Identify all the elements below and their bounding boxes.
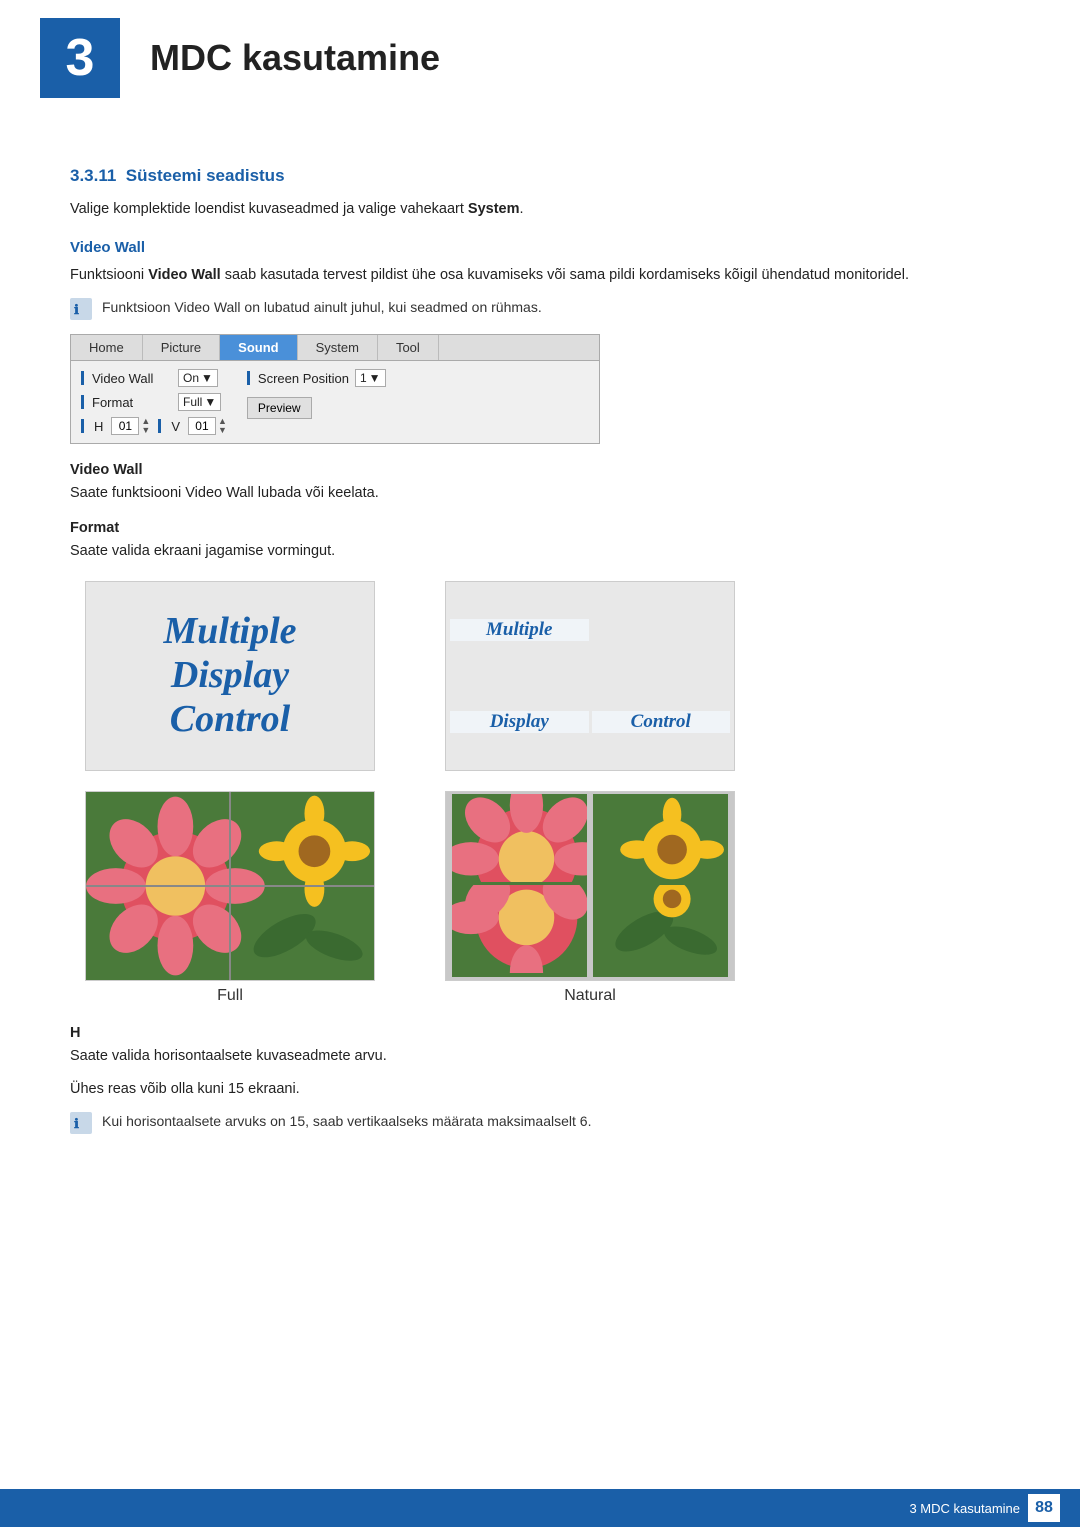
- footer-page-number: 88: [1028, 1494, 1060, 1522]
- h-note-icon: ℹ: [70, 1112, 92, 1134]
- video-wall-select[interactable]: On ▼: [178, 369, 218, 387]
- full-photo-svg: [86, 791, 374, 981]
- screen-pos-value: 1: [360, 371, 367, 385]
- v-bar: [158, 419, 161, 433]
- format-item-natural-mdc: Multiple Display Control: [430, 581, 750, 771]
- format-img-natural-photo: [445, 791, 735, 981]
- h-stepper[interactable]: ▲▼: [111, 417, 150, 435]
- format-sub-text: Saate valida ekraani jagamise vormingut.: [70, 540, 1010, 563]
- svg-text:ℹ: ℹ: [74, 302, 79, 317]
- video-wall-bar: [81, 371, 84, 385]
- ui-tabs: Home Picture Sound System Tool: [71, 335, 599, 361]
- v-input[interactable]: [188, 417, 216, 435]
- section-title: 3.3.11 Süsteemi seadistus: [70, 166, 1010, 186]
- note-text: Funktsioon Video Wall on lubatud ainult …: [102, 297, 542, 318]
- format-item-full-photo: Full: [70, 791, 390, 1005]
- chapter-number: 3: [66, 28, 95, 88]
- note-box: ℹ Funktsioon Video Wall on lubatud ainul…: [70, 297, 1010, 320]
- subsection-video-wall-title: Video Wall: [70, 239, 1010, 256]
- footer: 3 MDC kasutamine 88: [0, 1489, 1080, 1527]
- footer-text: 3 MDC kasutamine: [909, 1501, 1020, 1516]
- screen-pos-bar: [247, 371, 250, 385]
- format-grid: MultipleDisplayControl Multiple Display …: [70, 581, 750, 1005]
- format-arrow: ▼: [204, 395, 216, 409]
- video-wall-sub-text: Saate funktsiooni Video Wall lubada või …: [70, 482, 1010, 505]
- h-input[interactable]: [111, 417, 139, 435]
- h-arrows[interactable]: ▲▼: [141, 417, 150, 435]
- screen-pos-select[interactable]: 1 ▼: [355, 369, 386, 387]
- tab-sound[interactable]: Sound: [220, 335, 297, 360]
- full-caption: Full: [217, 987, 243, 1005]
- format-img-full-mdc: MultipleDisplayControl: [85, 581, 375, 771]
- v-arrows[interactable]: ▲▼: [218, 417, 227, 435]
- format-label: Format: [92, 395, 172, 410]
- h-text2: Ühes reas võib olla kuni 15 ekraani.: [70, 1078, 1010, 1101]
- format-img-full-photo: [85, 791, 375, 981]
- format-item-full-mdc: MultipleDisplayControl: [70, 581, 390, 771]
- v-stepper[interactable]: ▲▼: [188, 417, 227, 435]
- chapter-title: MDC kasutamine: [150, 37, 440, 79]
- format-bar: [81, 395, 84, 409]
- video-wall-label: Video Wall: [92, 371, 172, 386]
- mdc-text-full: MultipleDisplayControl: [163, 610, 296, 741]
- note-icon: ℹ: [70, 298, 92, 320]
- video-wall-sub-label: Video Wall: [70, 462, 1010, 478]
- section-intro: Valige komplektide loendist kuvaseadmed …: [70, 198, 1010, 221]
- screen-pos-label: Screen Position: [258, 371, 349, 386]
- h-label: H: [94, 419, 103, 434]
- screen-pos-arrow: ▼: [369, 371, 381, 385]
- video-wall-value: On: [183, 371, 199, 385]
- format-sub-label: Format: [70, 520, 1010, 536]
- tab-home[interactable]: Home: [71, 335, 143, 360]
- h-text1: Saate valida horisontaalsete kuvaseadmet…: [70, 1045, 1010, 1068]
- format-select[interactable]: Full ▼: [178, 393, 221, 411]
- screen-position-row: Screen Position 1 ▼: [247, 369, 386, 387]
- ui-mockup: Home Picture Sound System Tool Video Wal…: [70, 334, 600, 444]
- format-value: Full: [183, 395, 202, 409]
- svg-text:ℹ: ℹ: [74, 1116, 79, 1131]
- section-number: 3.3.11: [70, 166, 116, 185]
- tab-tool[interactable]: Tool: [378, 335, 439, 360]
- chapter-number-box: 3: [40, 18, 120, 98]
- video-wall-arrow: ▼: [201, 371, 213, 385]
- format-item-natural-photo: Natural: [430, 791, 750, 1005]
- preview-button[interactable]: Preview: [247, 397, 312, 419]
- tab-picture[interactable]: Picture: [143, 335, 220, 360]
- video-wall-intro: Funktsiooni Video Wall saab kasutada ter…: [70, 264, 1010, 287]
- h-note-box: ℹ Kui horisontaalsete arvuks on 15, saab…: [70, 1111, 1010, 1134]
- format-img-natural-mdc: Multiple Display Control: [445, 581, 735, 771]
- h-label-main: H: [70, 1025, 1010, 1041]
- tab-system[interactable]: System: [298, 335, 378, 360]
- natural-caption: Natural: [564, 987, 616, 1005]
- section-heading: Süsteemi seadistus: [126, 166, 285, 185]
- v-label: V: [171, 419, 180, 434]
- h-bar: [81, 419, 84, 433]
- h-note-text: Kui horisontaalsete arvuks on 15, saab v…: [102, 1111, 591, 1132]
